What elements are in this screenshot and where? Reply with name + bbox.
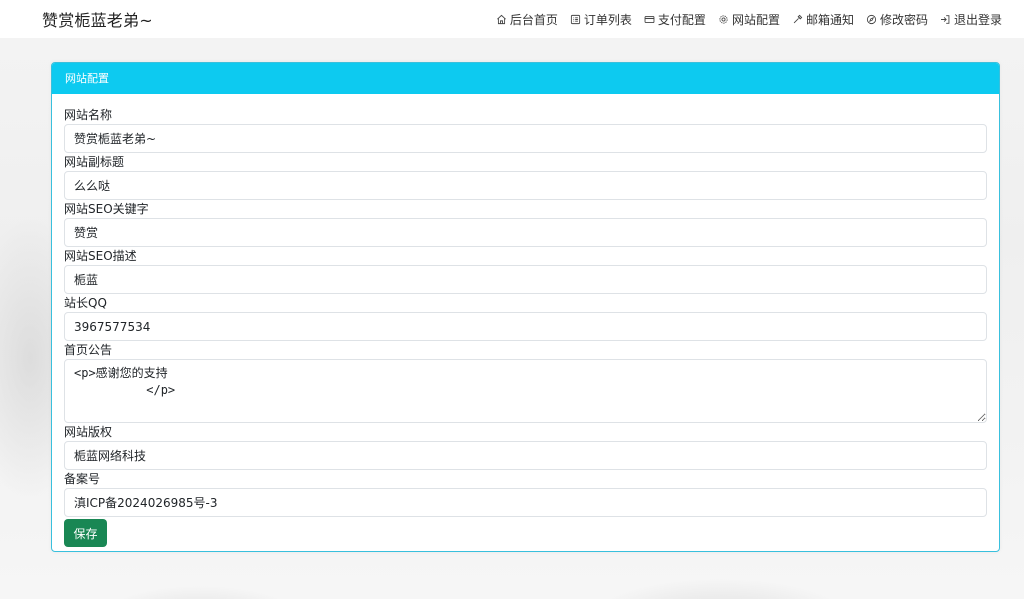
- mail-icon: [793, 14, 803, 23]
- logout-icon: [941, 14, 950, 24]
- home-icon: [496, 14, 506, 24]
- list-icon: [570, 14, 580, 24]
- seo-keywords-input[interactable]: [64, 218, 987, 247]
- nav-item-payment[interactable]: 支付配置: [644, 11, 706, 28]
- nav-item-email[interactable]: 邮箱通知: [792, 11, 854, 28]
- site-config-card: 网站配置 网站名称 网站副标题 网站SEO关键字 网站SEO描述 站长QQ 首页…: [51, 62, 1000, 552]
- subtitle-input[interactable]: [64, 171, 987, 200]
- nav-item-label: 退出登录: [953, 12, 1002, 27]
- site-name-input[interactable]: [64, 124, 987, 153]
- card-title: 网站配置: [52, 63, 999, 94]
- save-button[interactable]: 保存: [64, 519, 107, 547]
- nav-item-label: 支付配置: [657, 12, 706, 27]
- nav-item-orders[interactable]: 订单列表: [570, 11, 632, 28]
- seo-description-label: 网站SEO描述: [64, 249, 137, 263]
- copyright-label: 网站版权: [64, 425, 113, 439]
- nav-item-label: 后台首页: [509, 12, 558, 27]
- icp-label: 备案号: [64, 472, 101, 486]
- nav-menu: 后台首页 订单列表 支付配置 网站配置 邮箱通知 修改密码 退出登录: [496, 11, 1002, 28]
- nav-item-logout[interactable]: 退出登录: [940, 11, 1002, 28]
- site-name-label: 网站名称: [64, 108, 113, 122]
- qq-input[interactable]: [64, 312, 987, 341]
- nav-item-label: 订单列表: [583, 12, 632, 27]
- nav-item-password[interactable]: 修改密码: [866, 11, 928, 28]
- gear-icon: [719, 14, 728, 24]
- brand-title[interactable]: 赞赏栀蓝老弟~: [42, 7, 153, 31]
- key-icon: [866, 14, 877, 24]
- notice-textarea[interactable]: <p>感谢您的支持 </p>: [64, 359, 987, 423]
- nav-item-label: 邮箱通知: [805, 12, 854, 27]
- seo-description-input[interactable]: [64, 265, 987, 294]
- card-icon: [644, 15, 655, 23]
- nav-item-label: 网站配置: [731, 12, 780, 27]
- config-form: 网站名称 网站副标题 网站SEO关键字 网站SEO描述 站长QQ 首页公告 <p…: [52, 94, 999, 547]
- qq-label: 站长QQ: [64, 296, 107, 310]
- nav-item-site-config[interactable]: 网站配置: [718, 11, 780, 28]
- subtitle-label: 网站副标题: [64, 155, 125, 169]
- copyright-input[interactable]: [64, 441, 987, 470]
- seo-keywords-label: 网站SEO关键字: [64, 202, 149, 216]
- icp-input[interactable]: [64, 488, 987, 517]
- nav-item-home[interactable]: 后台首页: [496, 11, 558, 28]
- nav-item-label: 修改密码: [879, 12, 928, 27]
- notice-label: 首页公告: [64, 343, 113, 357]
- top-navbar: 赞赏栀蓝老弟~ 后台首页 订单列表 支付配置 网站配置 邮箱通知 修改密码 退出…: [0, 0, 1024, 38]
